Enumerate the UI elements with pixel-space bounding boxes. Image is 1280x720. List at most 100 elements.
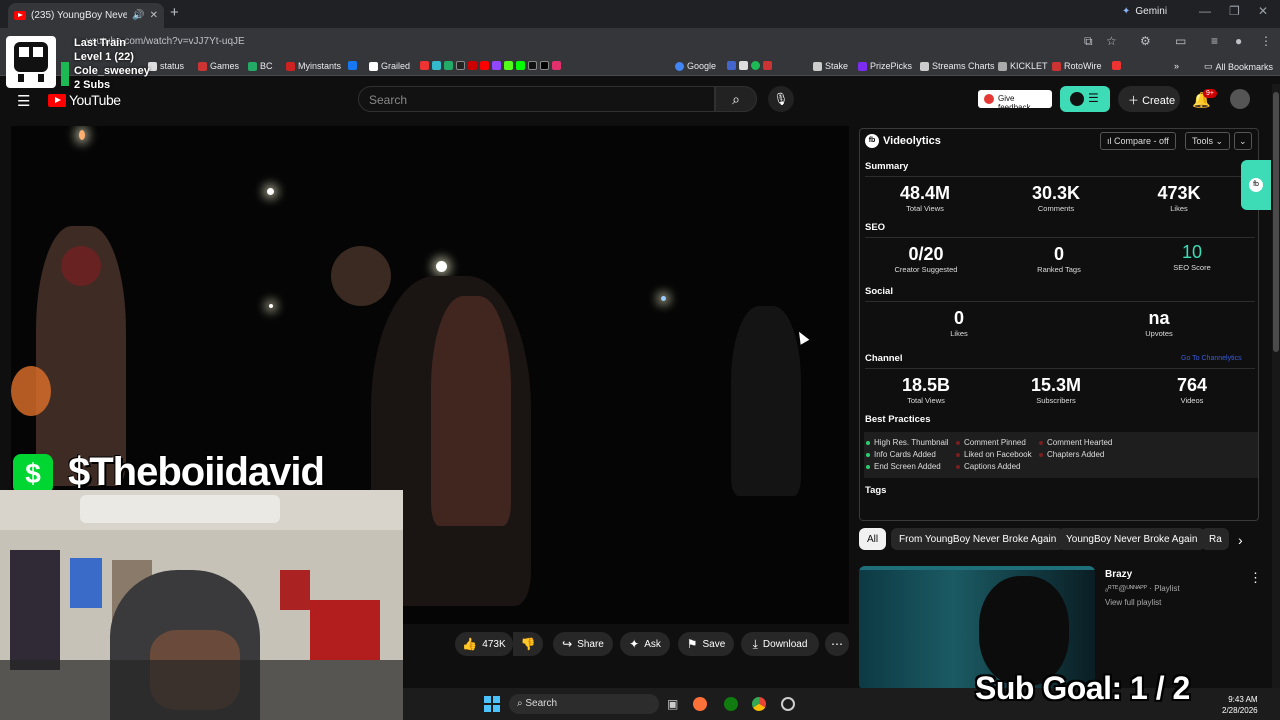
gemini-label: Gemini [1135, 6, 1168, 17]
compare-toggle[interactable]: ıl Compare - off [1100, 132, 1176, 150]
sidepanel-icon[interactable]: ▭ [1175, 34, 1186, 48]
media-icon[interactable]: ≡ [1211, 34, 1218, 48]
chips-next-icon[interactable]: › [1238, 532, 1243, 548]
bookmark-facebook[interactable] [348, 61, 357, 70]
share-button[interactable]: ↪ Share [553, 632, 613, 656]
task-view-icon[interactable]: ▣ [667, 697, 678, 711]
speaker-icon[interactable]: 🔊 [132, 10, 144, 21]
social-heading: Social [865, 286, 893, 297]
bookmark-myinstants[interactable]: Myinstants [286, 61, 341, 71]
dislike-button[interactable]: 👎 [513, 632, 543, 656]
bookmark-status[interactable]: status [148, 61, 184, 71]
summary-stat: 30.3K Comments [1031, 183, 1081, 213]
chip-channel[interactable]: YoungBoy Never Broke Again [1058, 528, 1206, 550]
videolytics-logo-icon: fb [865, 134, 879, 148]
give-feedback-button[interactable]: Give feedback [978, 90, 1052, 112]
app-icon[interactable] [781, 697, 795, 711]
videolytics-header: fb Videolytics [865, 134, 941, 148]
channel-heading: Channel [865, 353, 903, 364]
bookmark-games[interactable]: Games [198, 61, 239, 71]
cashapp-icon: $ [13, 454, 53, 494]
browser-tab[interactable]: (235) YoungBoy Never Broke Again 🔊 ✕ [8, 3, 164, 28]
best-practice-item: High Res. Thumbnail [866, 438, 949, 447]
download-button[interactable]: ⤓ Download [741, 632, 819, 656]
tools-dropdown[interactable]: Tools ⌄ [1185, 132, 1231, 150]
plus-icon: ＋ [1128, 95, 1143, 107]
bookmark-red-icon[interactable] [1112, 61, 1121, 70]
view-full-playlist-link[interactable]: View full playlist [1105, 598, 1161, 607]
windows-start-icon[interactable] [484, 696, 500, 712]
like-button[interactable]: 👍 473K [455, 632, 513, 656]
create-label: Create [1142, 95, 1176, 107]
taskbar-search[interactable]: ⌕ Search [509, 694, 659, 714]
close-window-icon[interactable]: ✕ [1258, 4, 1268, 18]
create-button[interactable]: ＋ Create [1118, 86, 1180, 112]
bookmark-google[interactable]: Google [675, 61, 716, 71]
bookmark-streams-charts[interactable]: Streams Charts [920, 61, 995, 71]
bookmarks-overflow-icon[interactable]: » [1174, 61, 1179, 71]
bookmark-rotowire[interactable]: RotoWire [1052, 61, 1102, 71]
bookmark-stake[interactable]: Stake [813, 61, 848, 71]
taskbar-clock[interactable]: 9:43 AM 2/28/2026 [1222, 694, 1258, 716]
profile-icon[interactable]: ● [1235, 34, 1242, 48]
hamburger-menu-icon[interactable]: ☰ [17, 92, 30, 110]
bookmark-icons-row[interactable] [420, 61, 561, 70]
search-button[interactable]: ⌕ [715, 86, 757, 112]
train-subs: 2 Subs [74, 79, 111, 91]
bookmark-icons-row-2[interactable] [727, 61, 772, 70]
chip-all[interactable]: All [859, 528, 887, 550]
more-options-icon[interactable]: ⋮ [1249, 570, 1262, 586]
chip-rap[interactable]: Ra [1201, 528, 1229, 550]
minimize-icon[interactable]: — [1199, 4, 1211, 18]
share-icon: ↪ [562, 637, 573, 651]
tags-heading: Tags [865, 485, 887, 496]
new-tab-icon[interactable]: + [170, 4, 179, 21]
best-practices-heading: Best Practices [865, 414, 931, 425]
best-practice-item: Comment Hearted [1039, 438, 1112, 447]
chrome-icon[interactable] [752, 697, 766, 711]
bookmark-prizepicks[interactable]: PrizePicks [858, 61, 912, 71]
bookmark-bc[interactable]: BC [248, 61, 273, 71]
install-icon[interactable]: ⧉ [1084, 34, 1093, 49]
menu-dots-icon[interactable]: ⋮ [1260, 34, 1272, 48]
best-practice-item: Chapters Added [1039, 450, 1104, 459]
url-field[interactable]: youtube.com/watch?v=vJJ7Yt-uqJE [80, 33, 1080, 51]
channelytics-link[interactable]: Go To Channelytics [1181, 355, 1242, 362]
bookmark-icon: ⚑ [686, 637, 698, 651]
restore-icon[interactable]: ❐ [1229, 4, 1240, 18]
collapse-button[interactable]: ⌄ [1234, 132, 1252, 150]
search-input[interactable]: Search [358, 86, 715, 112]
best-practice-item: Info Cards Added [866, 450, 936, 459]
train-icon [6, 36, 56, 88]
firefox-icon[interactable] [693, 697, 707, 711]
voice-search-button[interactable]: 🎙 [768, 86, 794, 112]
best-practice-item: Captions Added [956, 462, 1021, 471]
bookmark-grailed[interactable]: Grailed [369, 61, 410, 71]
youtube-logo-icon [48, 93, 66, 107]
channel-stat: 15.3M Subscribers [1030, 375, 1082, 405]
menu-lines-icon: ☰ [1088, 91, 1099, 105]
train-title: Last Train [74, 37, 126, 49]
bookmark-kicklet[interactable]: KICKLET [998, 61, 1048, 71]
xbox-icon[interactable] [724, 697, 738, 711]
bookmark-star-icon[interactable]: ☆ [1106, 34, 1117, 48]
ask-button[interactable]: ✦ Ask [620, 632, 670, 656]
more-actions-button[interactable]: ⋯ [825, 632, 849, 656]
train-level: Level 1 (22) [74, 51, 134, 63]
seo-heading: SEO [865, 222, 886, 233]
chip-from-channel[interactable]: From YoungBoy Never Broke Again [891, 528, 1065, 550]
youtube-logo[interactable]: YouTube [48, 92, 121, 108]
videolytics-toggle-button[interactable]: ☰ [1060, 86, 1110, 112]
extensions-icon[interactable]: ⚙ [1140, 34, 1151, 48]
save-button[interactable]: ⚑ Save [678, 632, 734, 656]
account-avatar[interactable] [1230, 89, 1250, 109]
download-icon: ⤓ [752, 636, 758, 651]
best-practice-item: End Screen Added [866, 462, 941, 471]
gemini-button[interactable]: ✦ Gemini [1122, 6, 1167, 17]
all-bookmarks[interactable]: ▭ All Bookmarks [1204, 61, 1273, 72]
playlist-title[interactable]: Brazy [1105, 569, 1132, 580]
folder-icon: ▭ [1204, 61, 1213, 71]
videolytics-side-tab[interactable]: fb [1241, 160, 1271, 210]
scrollbar-thumb[interactable] [1273, 92, 1279, 352]
close-tab-icon[interactable]: ✕ [150, 10, 158, 21]
